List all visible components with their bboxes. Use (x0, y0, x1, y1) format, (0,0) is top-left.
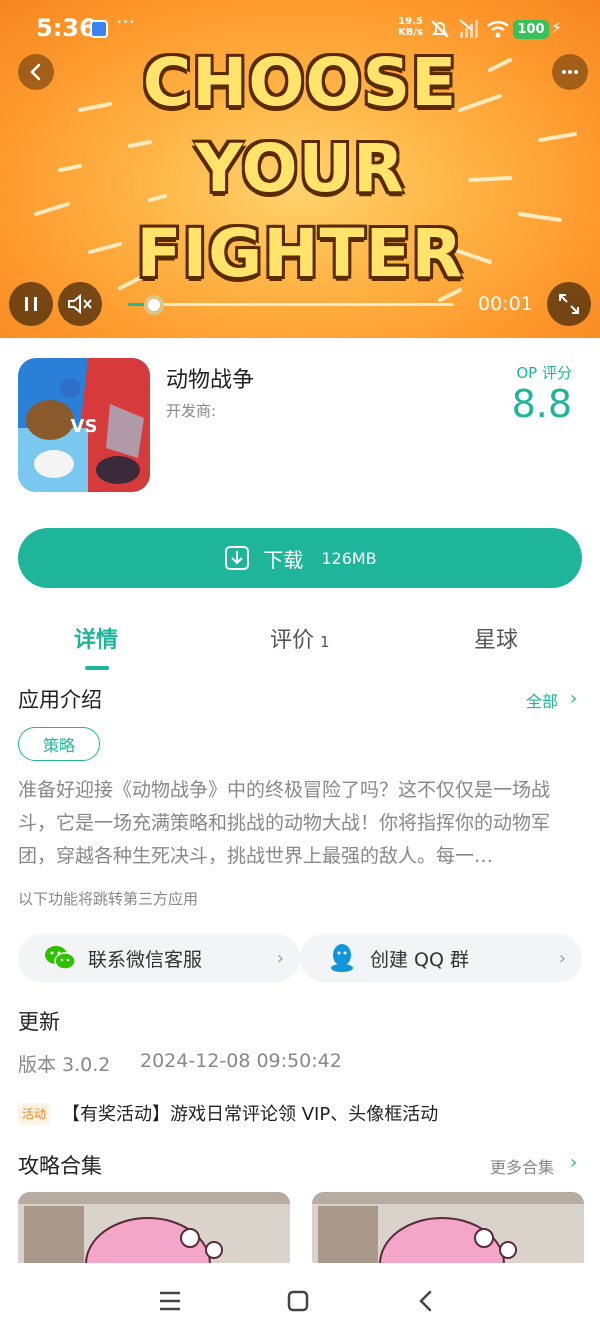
battery-level: 100 (513, 20, 549, 39)
video-progress-knob[interactable] (144, 295, 164, 315)
tab-details[interactable]: 详情 (74, 622, 118, 654)
see-all-link[interactable]: 全部 (526, 688, 558, 712)
wechat-support-label: 联系微信客服 (88, 948, 203, 971)
charging-icon: ⚡ (551, 18, 563, 37)
download-size: 126MB (321, 548, 377, 568)
update-section-title: 更新 (18, 1010, 60, 1034)
qq-group-button[interactable]: 创建 QQ 群 › (300, 934, 582, 982)
app-icon-artwork: VS (18, 358, 150, 492)
chevron-right-icon: › (276, 947, 284, 969)
menu-icon (160, 1291, 180, 1311)
home-square-icon (287, 1290, 309, 1312)
tab-reviews-count: 1 (320, 633, 330, 651)
guide-card[interactable] (312, 1192, 584, 1272)
intro-section-title: 应用介绍 (18, 688, 102, 712)
guide-thumbnail (312, 1192, 584, 1272)
download-icon (225, 546, 250, 570)
more-icon (562, 70, 578, 74)
video-title-line-2: YOUR (195, 130, 405, 207)
wifi-icon (487, 21, 509, 38)
third-party-note: 以下功能将跳转第三方应用 (18, 890, 199, 908)
see-all-chevron-icon[interactable]: › (570, 688, 577, 709)
tab-bar: 详情 评价 1 星球 (0, 622, 600, 672)
more-button[interactable] (552, 54, 588, 90)
version-text: 版本 3.0.2 (18, 1054, 111, 1076)
status-bar: 5:36 ··· 19.5 KB/s 100 ⚡ (0, 0, 600, 60)
guide-card[interactable] (18, 1192, 290, 1272)
download-button[interactable]: 下载 126MB (18, 528, 582, 588)
system-back-button[interactable] (410, 1285, 442, 1317)
video-elapsed-time: 00:01 (478, 293, 533, 315)
back-icon (30, 63, 41, 81)
qq-icon (326, 942, 358, 974)
tab-planet[interactable]: 星球 (474, 622, 518, 654)
category-tag[interactable]: 策略 (18, 727, 100, 761)
network-speed-value: 19.5 (398, 16, 423, 27)
app-icon-vs-text: VS (71, 416, 98, 437)
mute-button[interactable] (58, 282, 102, 326)
notification-app-icon (90, 20, 108, 38)
more-collections-link[interactable]: 更多合集 (490, 1154, 554, 1178)
guide-thumbnail (18, 1192, 290, 1272)
network-speed: 19.5 KB/s (398, 16, 423, 38)
intro-description[interactable]: 准备好迎接《动物战争》中的终极冒险了吗？这不仅仅是一场战斗，它是一场充满策略和挑… (18, 774, 584, 873)
chevron-right-icon: › (558, 947, 566, 969)
home-button[interactable] (282, 1285, 314, 1317)
video-player[interactable]: CHOOSE YOUR FIGHTER 5:36 ··· 19.5 KB/s 1… (0, 0, 600, 338)
qq-group-label: 创建 QQ 群 (370, 948, 469, 971)
wechat-icon (44, 942, 76, 974)
app-icon: VS (18, 358, 150, 492)
video-progress-bar[interactable] (128, 303, 454, 306)
recent-apps-button[interactable] (154, 1285, 186, 1317)
video-controls: 00:01 (0, 282, 600, 328)
update-date: 2024-12-08 09:50:42 (140, 1050, 342, 1072)
system-nav-bar (0, 1263, 600, 1333)
rating-value: 8.8 (511, 382, 572, 426)
mute-icon (68, 293, 92, 315)
fullscreen-icon (559, 294, 579, 314)
app-name: 动物战争 (166, 368, 255, 393)
status-time: 5:36 (36, 14, 96, 42)
signal-icon (459, 19, 478, 38)
more-collections-chevron-icon[interactable]: › (570, 1152, 577, 1173)
wechat-support-button[interactable]: 联系微信客服 › (18, 934, 300, 982)
fullscreen-button[interactable] (547, 282, 591, 326)
guides-section-title: 攻略合集 (18, 1154, 102, 1178)
status-overflow: ··· (116, 10, 136, 34)
activity-link[interactable]: 【有奖活动】游戏日常评论领 VIP、头像框活动 (62, 1100, 438, 1126)
rating-label: OP 评分 (516, 364, 572, 382)
mute-bell-icon (431, 20, 449, 38)
tab-planet-label: 星球 (474, 628, 519, 653)
network-speed-unit: KB/s (398, 27, 423, 38)
pause-icon (25, 297, 37, 311)
back-button[interactable] (18, 54, 54, 90)
video-title-line-3: FIGHTER (136, 215, 464, 292)
tab-reviews-label: 评价 (270, 628, 315, 653)
activity-badge: 活动 (18, 1103, 51, 1125)
pause-button[interactable] (9, 282, 53, 326)
back-arrow-icon (419, 1290, 432, 1312)
download-label: 下载 (263, 547, 304, 572)
developer-label: 开发商: (166, 402, 217, 420)
active-tab-indicator (85, 666, 109, 670)
status-icons (428, 16, 510, 42)
tab-reviews[interactable]: 评价 1 (270, 622, 330, 654)
tab-details-label: 详情 (74, 628, 119, 653)
